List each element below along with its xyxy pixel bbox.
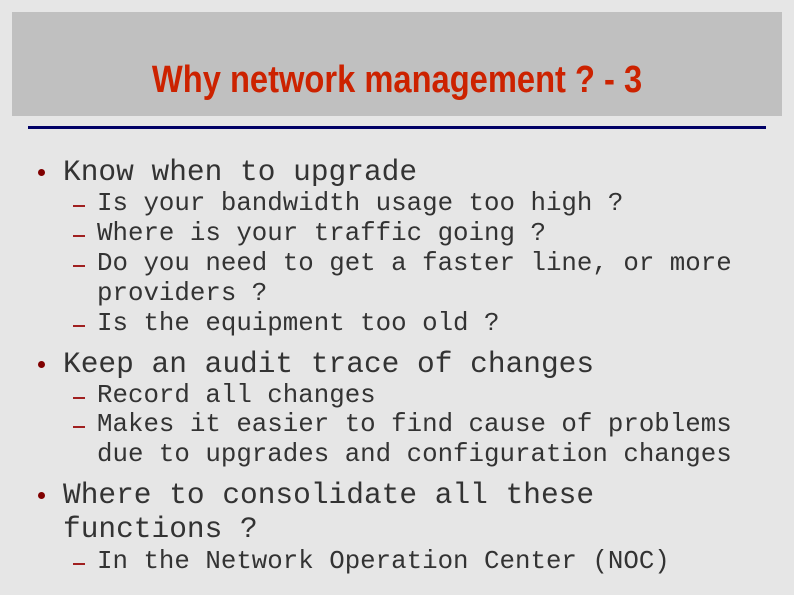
sub-record-changes: Record all changes [97,381,376,410]
sub-easier-find-cause: Makes it easier to find cause of problem… [97,410,732,439]
sub-equipment-old: Is the equipment too old ? [97,309,500,338]
sub-traffic-going: Where is your traffic going ? [97,219,546,248]
sub-easier-find-cause-cont: due to upgrades and configuration change… [97,440,732,469]
bullet-consolidate: Where to consolidate all these [63,478,595,512]
bullet-consolidate-cont: functions ? [63,512,258,546]
sub-bandwidth-usage: Is your bandwidth usage too high ? [97,189,624,218]
bullet-icon [38,492,45,499]
dash-icon [73,397,85,399]
slide-title: Why network management ? - 3 [12,60,782,100]
sub-noc: In the Network Operation Center (NOC) [97,547,670,576]
bullet-icon [38,361,45,368]
sub-faster-line: Do you need to get a faster line, or mor… [97,249,732,278]
dash-icon [73,205,85,207]
title-banner: Why network management ? - 3 [12,12,782,116]
title-divider [28,126,766,129]
bullet-audit-trace: Keep an audit trace of changes [63,347,595,381]
dash-icon [73,235,85,237]
dash-icon [73,265,85,267]
bullet-know-when-to-upgrade: Know when to upgrade [63,155,418,189]
slide-title-text: Why network management ? - 3 [151,59,643,101]
sub-faster-line-cont: providers ? [97,279,268,308]
dash-icon [73,426,85,428]
dash-icon [73,563,85,565]
dash-icon [73,325,85,327]
bullet-icon [38,169,45,176]
